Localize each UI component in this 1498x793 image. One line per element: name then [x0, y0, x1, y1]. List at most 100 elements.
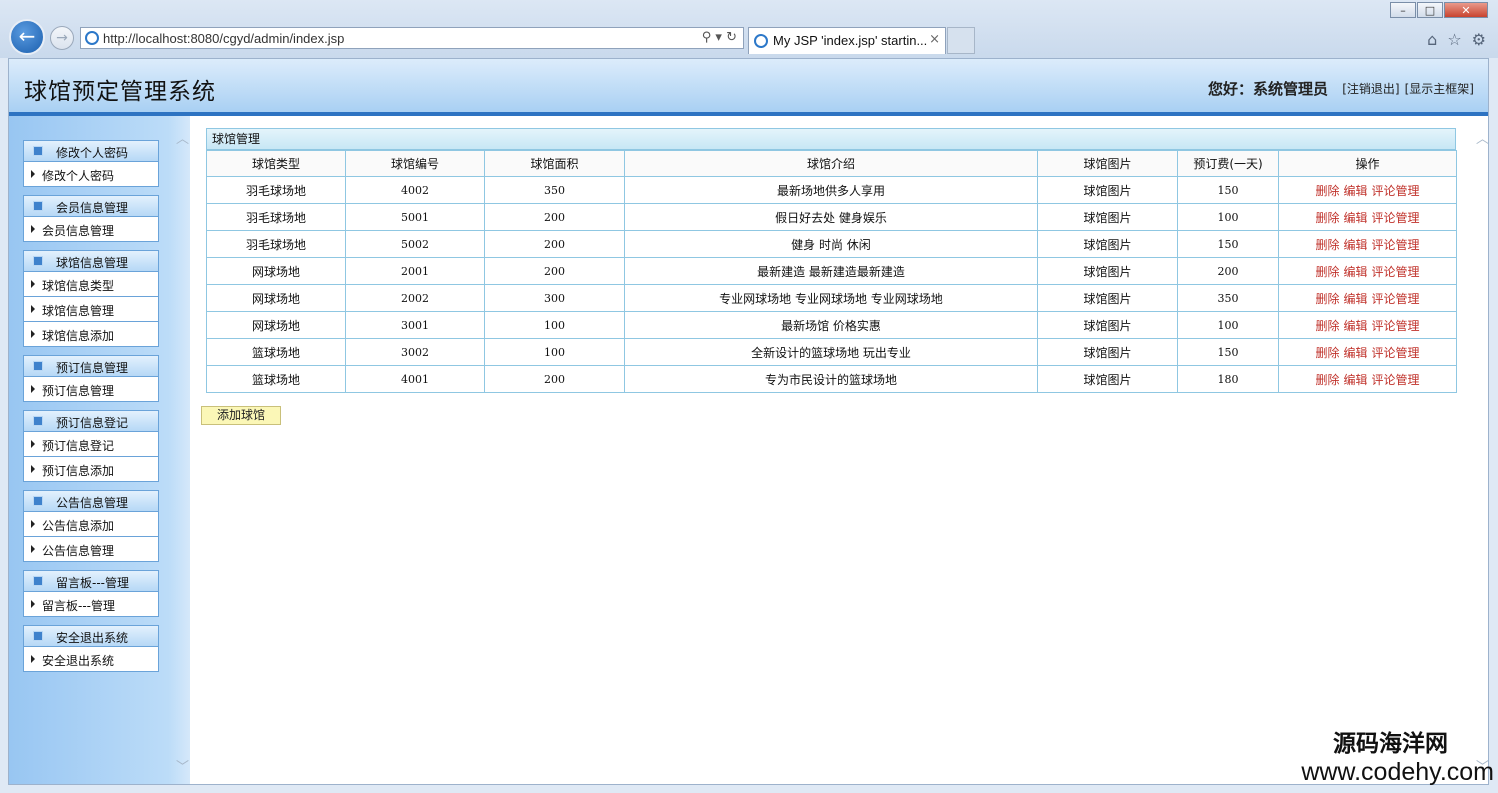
dropdown-icon[interactable]: ▾: [715, 30, 722, 45]
tab-ie-icon: [754, 34, 768, 48]
menu-item[interactable]: 安全退出系统: [23, 647, 159, 672]
triangle-right-icon: [31, 440, 35, 448]
cell-actions: 删除 编辑 评论管理: [1278, 311, 1457, 339]
menu-item[interactable]: 球馆信息管理: [23, 297, 159, 322]
gear-icon[interactable]: ⚙: [1472, 30, 1486, 49]
show-frame-link[interactable]: [显示主框架]: [1405, 82, 1474, 96]
delete-link[interactable]: 删除: [1315, 292, 1339, 306]
comment-manage-link[interactable]: 评论管理: [1372, 346, 1420, 360]
maximize-button[interactable]: □: [1417, 2, 1443, 18]
edit-link[interactable]: 编辑: [1343, 238, 1367, 252]
menu-head[interactable]: 预订信息管理: [23, 355, 159, 377]
triangle-right-icon: [31, 520, 35, 528]
table-row: 网球场地 3001 100 最新场馆 价格实惠 球馆图片 100 删除 编辑 评论管…: [206, 311, 1457, 339]
cell-image-link[interactable]: 球馆图片: [1037, 257, 1178, 285]
delete-link[interactable]: 删除: [1315, 184, 1339, 198]
menu-item[interactable]: 球馆信息添加: [23, 322, 159, 347]
comment-manage-link[interactable]: 评论管理: [1372, 265, 1420, 279]
table-row: 羽毛球场地 5002 200 健身 时尚 休闲 球馆图片 150 删除 编辑 评论管…: [206, 230, 1457, 258]
logout-link[interactable]: [注销退出]: [1342, 82, 1399, 96]
square-icon: [33, 256, 43, 266]
cell-image-link[interactable]: 球馆图片: [1037, 203, 1178, 231]
edit-link[interactable]: 编辑: [1343, 265, 1367, 279]
comment-manage-link[interactable]: 评论管理: [1372, 184, 1420, 198]
edit-link[interactable]: 编辑: [1343, 184, 1367, 198]
menu-head[interactable]: 球馆信息管理: [23, 250, 159, 272]
back-button[interactable]: ←: [9, 19, 45, 55]
menu-group-password: 修改个人密码 修改个人密码: [23, 140, 159, 187]
cell-image-link[interactable]: 球馆图片: [1037, 284, 1178, 312]
triangle-right-icon: [31, 465, 35, 473]
cell-image-link[interactable]: 球馆图片: [1037, 311, 1178, 339]
address-bar[interactable]: http://localhost:8080/cgyd/admin/index.j…: [80, 27, 744, 49]
cell-fee: 100: [1177, 203, 1279, 231]
minimize-button[interactable]: –: [1390, 2, 1416, 18]
delete-link[interactable]: 删除: [1315, 265, 1339, 279]
cell-intro: 健身 时尚 休闲: [624, 230, 1038, 258]
comment-manage-link[interactable]: 评论管理: [1372, 292, 1420, 306]
cell-id: 4001: [345, 365, 485, 393]
comment-manage-link[interactable]: 评论管理: [1372, 373, 1420, 387]
edit-link[interactable]: 编辑: [1343, 319, 1367, 333]
menu-item[interactable]: 会员信息管理: [23, 217, 159, 242]
menu-head[interactable]: 修改个人密码: [23, 140, 159, 162]
menu-item[interactable]: 修改个人密码: [23, 162, 159, 187]
menu-head[interactable]: 会员信息管理: [23, 195, 159, 217]
triangle-right-icon: [31, 385, 35, 393]
forward-button[interactable]: →: [50, 26, 74, 50]
menu-item[interactable]: 球馆信息类型: [23, 272, 159, 297]
search-icon[interactable]: ⚲: [702, 30, 712, 45]
menu-item[interactable]: 预订信息登记: [23, 432, 159, 457]
edit-link[interactable]: 编辑: [1343, 373, 1367, 387]
edit-link[interactable]: 编辑: [1343, 346, 1367, 360]
menu-head[interactable]: 安全退出系统: [23, 625, 159, 647]
cell-image-link[interactable]: 球馆图片: [1037, 176, 1178, 204]
cell-image-link[interactable]: 球馆图片: [1037, 230, 1178, 258]
menu-item[interactable]: 预订信息添加: [23, 457, 159, 482]
menu-head[interactable]: 公告信息管理: [23, 490, 159, 512]
delete-link[interactable]: 删除: [1315, 319, 1339, 333]
refresh-icon[interactable]: ↻: [726, 30, 737, 45]
cell-intro: 全新设计的篮球场地 玩出专业: [624, 338, 1038, 366]
edit-link[interactable]: 编辑: [1343, 211, 1367, 225]
address-tools[interactable]: ⚲ ▾ ↻: [702, 30, 737, 45]
cell-image-link[interactable]: 球馆图片: [1037, 365, 1178, 393]
edit-link[interactable]: 编辑: [1343, 292, 1367, 306]
delete-link[interactable]: 删除: [1315, 211, 1339, 225]
scroll-up-icon[interactable]: ︿: [176, 128, 189, 147]
comment-manage-link[interactable]: 评论管理: [1372, 238, 1420, 252]
column-header: 预订费(一天): [1177, 150, 1279, 177]
table-row: 网球场地 2001 200 最新建造 最新建造最新建造 球馆图片 200 删除编…: [206, 257, 1457, 285]
delete-link[interactable]: 删除: [1315, 373, 1339, 387]
cell-intro: 专业网球场地 专业网球场地 专业网球场地: [624, 284, 1038, 312]
comment-manage-link[interactable]: 评论管理: [1372, 319, 1420, 333]
star-icon[interactable]: ☆: [1447, 30, 1461, 49]
menu-group-bookings: 预订信息管理 预订信息管理: [23, 355, 159, 402]
cell-id: 3002: [345, 338, 485, 366]
cell-id: 4002: [345, 176, 485, 204]
home-icon[interactable]: ⌂: [1427, 30, 1437, 49]
tab-close-icon[interactable]: ×: [929, 32, 940, 47]
menu-item[interactable]: 预订信息管理: [23, 377, 159, 402]
menu-head[interactable]: 留言板---管理: [23, 570, 159, 592]
new-tab-button[interactable]: [947, 27, 975, 54]
square-icon: [33, 416, 43, 426]
right-scrollbar[interactable]: ︿ ﹀: [1474, 116, 1488, 784]
scroll-down-icon[interactable]: ﹀: [176, 756, 189, 775]
add-venue-button[interactable]: 添加球馆: [201, 406, 281, 425]
delete-link[interactable]: 删除: [1315, 238, 1339, 252]
menu-item[interactable]: 公告信息添加: [23, 512, 159, 537]
browser-tab[interactable]: My JSP 'index.jsp' startin... ×: [748, 27, 946, 54]
close-window-button[interactable]: ✕: [1444, 2, 1488, 18]
menu-head[interactable]: 预订信息登记: [23, 410, 159, 432]
scroll-up-icon[interactable]: ︿: [1476, 128, 1488, 147]
menu-item[interactable]: 公告信息管理: [23, 537, 159, 562]
cell-intro: 最新场馆 价格实惠: [624, 311, 1038, 339]
menu-item[interactable]: 留言板---管理: [23, 592, 159, 617]
delete-link[interactable]: 删除: [1315, 346, 1339, 360]
cell-actions: 删除 编辑 评论管理: [1278, 230, 1457, 258]
comment-manage-link[interactable]: 评论管理: [1372, 211, 1420, 225]
cell-fee: 100: [1177, 311, 1279, 339]
cell-image-link[interactable]: 球馆图片: [1037, 338, 1178, 366]
url-text[interactable]: http://localhost:8080/cgyd/admin/index.j…: [103, 31, 344, 46]
